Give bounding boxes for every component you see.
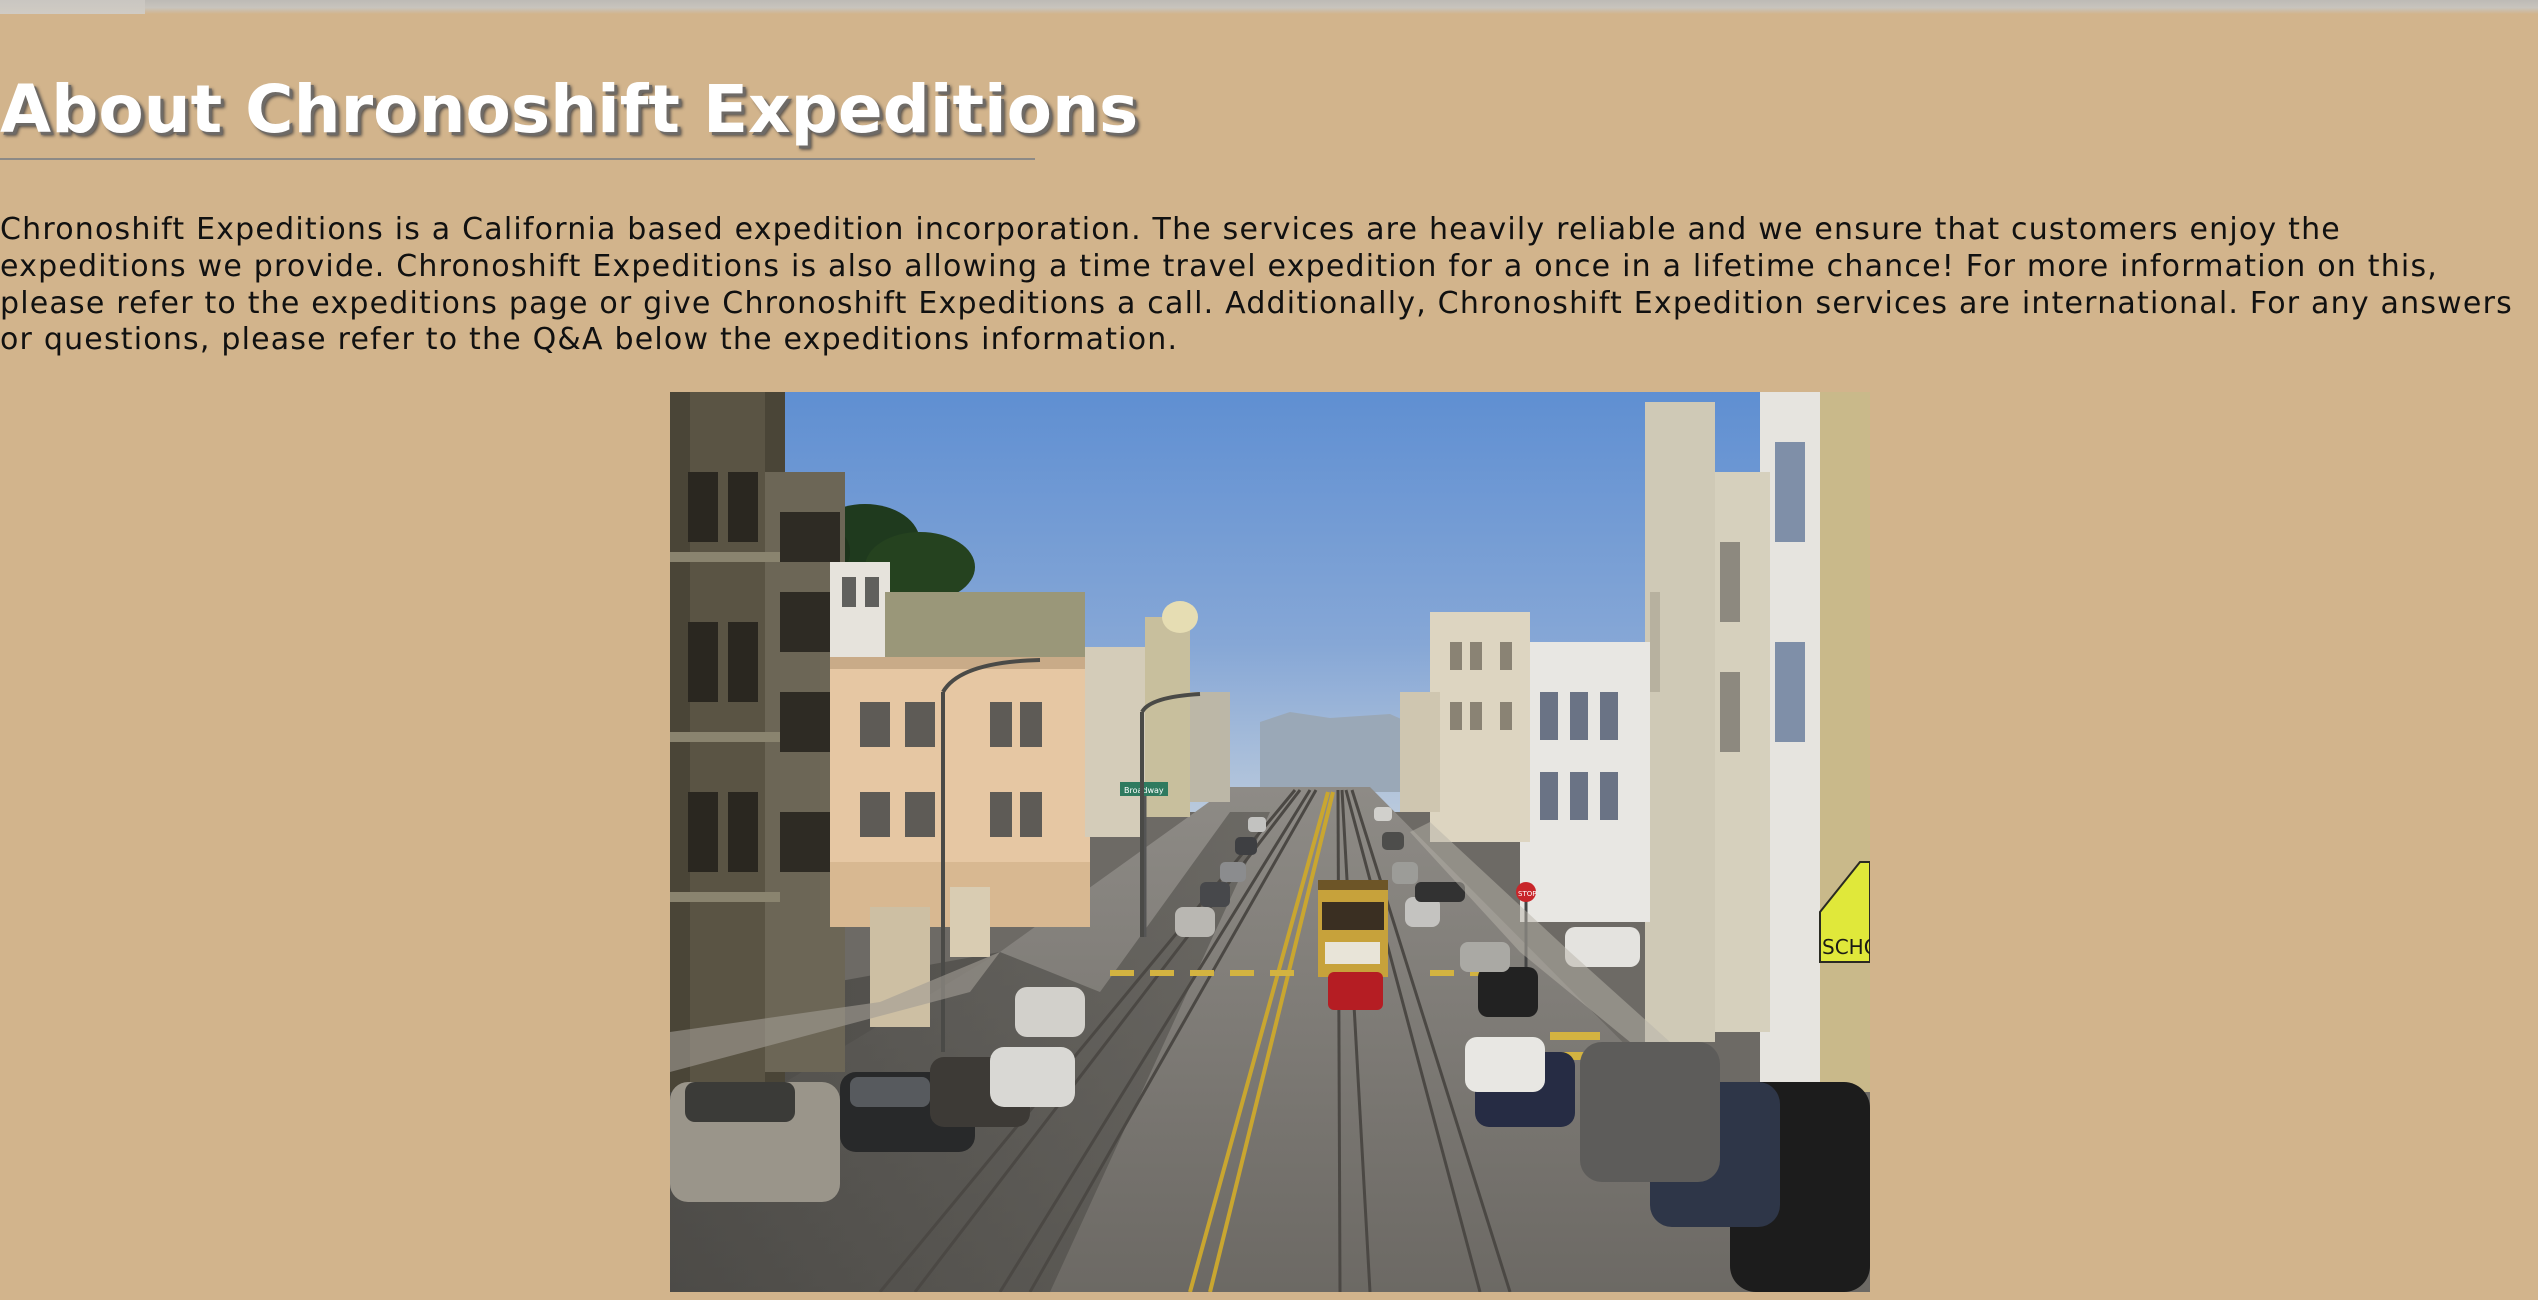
san-francisco-street-photo: SCHO STOP Broadway [670,392,1870,1292]
street-photo-illustration: SCHO STOP Broadway [670,392,1870,1292]
browser-top-strip [0,0,2538,14]
svg-text:SCHO: SCHO [1822,935,1870,959]
intro-paragraph: Chronoshift Expeditions is a California … [0,212,2513,358]
cable-car [1318,880,1388,977]
svg-text:STOP: STOP [1518,890,1536,898]
red-car [1328,972,1383,1010]
browser-top-strip-left [0,0,145,14]
page-title: About Chronoshift Expeditions [0,68,1138,160]
